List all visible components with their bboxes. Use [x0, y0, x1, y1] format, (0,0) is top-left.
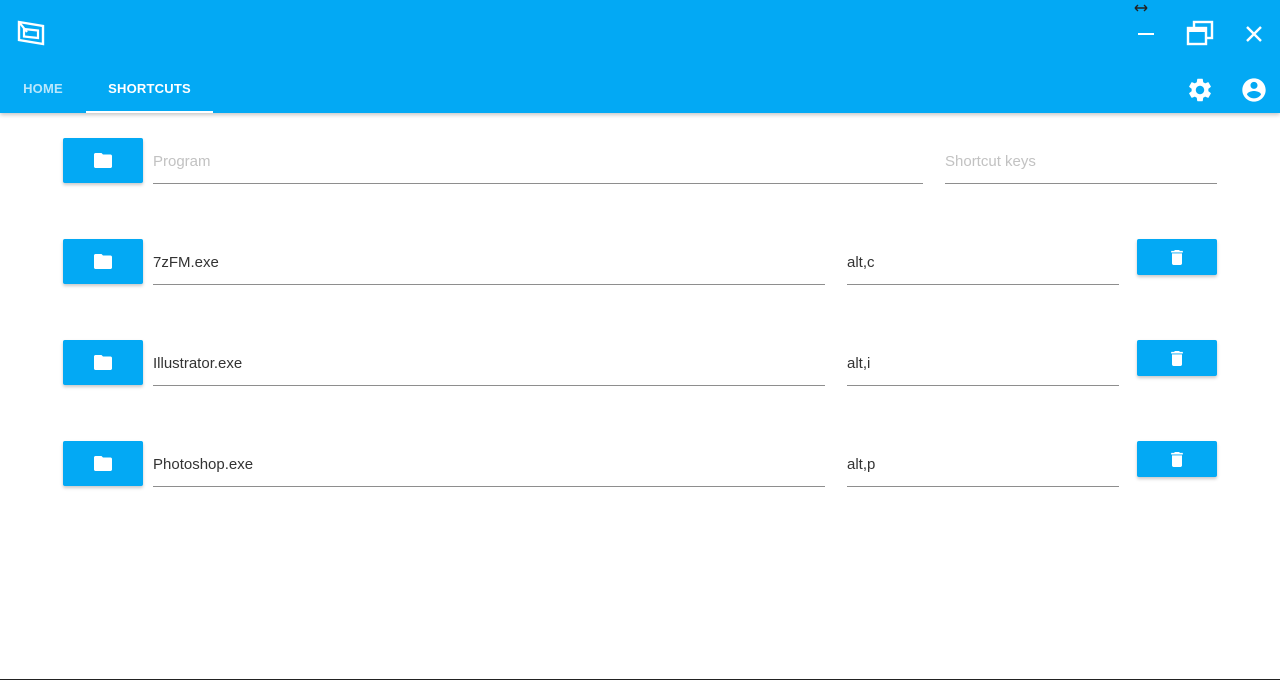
program-field[interactable]: Photoshop.exe — [153, 441, 825, 487]
browse-program-button[interactable] — [63, 239, 143, 284]
account-circle-icon[interactable] — [1240, 76, 1268, 104]
delete-shortcut-button[interactable] — [1137, 441, 1217, 477]
trash-icon — [1171, 451, 1183, 467]
delete-shortcut-button[interactable] — [1137, 239, 1217, 275]
tab-home[interactable]: HOME — [0, 64, 86, 113]
tab-shortcuts[interactable]: SHORTCUTS — [86, 64, 213, 113]
folder-icon — [94, 456, 112, 471]
program-input[interactable]: Program — [153, 138, 923, 184]
shortcut-keys-field[interactable]: alt,p — [847, 441, 1119, 487]
maximize-icon[interactable] — [1186, 20, 1214, 46]
active-tab-indicator — [86, 111, 213, 113]
minimize-icon[interactable] — [1134, 22, 1158, 46]
app-logo-icon — [17, 20, 45, 46]
close-icon[interactable] — [1242, 22, 1266, 46]
delete-shortcut-button[interactable] — [1137, 340, 1217, 376]
folder-icon — [94, 254, 112, 269]
shortcut-keys-field[interactable]: alt,c — [847, 239, 1119, 285]
program-field[interactable]: 7zFM.exe — [153, 239, 825, 285]
resize-arrows-icon — [1134, 4, 1148, 12]
folder-icon — [94, 153, 112, 168]
gear-icon[interactable] — [1186, 76, 1214, 104]
folder-icon — [94, 355, 112, 370]
program-field[interactable]: Illustrator.exe — [153, 340, 825, 386]
trash-icon — [1171, 249, 1183, 265]
browse-program-button[interactable] — [63, 138, 143, 183]
trash-icon — [1171, 350, 1183, 366]
app-bar: HOME SHORTCUTS — [0, 0, 1280, 113]
browse-program-button[interactable] — [63, 340, 143, 385]
browse-program-button[interactable] — [63, 441, 143, 486]
shortcut-keys-input[interactable]: Shortcut keys — [945, 138, 1217, 184]
shortcut-keys-field[interactable]: alt,i — [847, 340, 1119, 386]
